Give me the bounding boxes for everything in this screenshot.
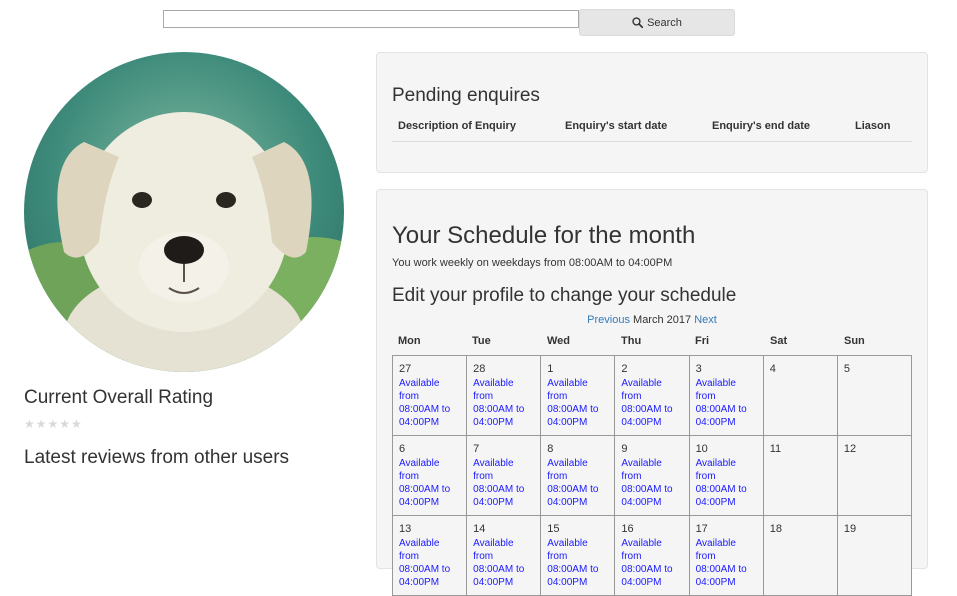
previous-month-link[interactable]: Previous [587,314,630,326]
edit-profile-title: Edit your profile to change your schedul… [392,285,737,306]
rating-title: Current Overall Rating [24,387,214,408]
calendar-day-cell: 2 Available from 08:00AM to 04:00PM [615,356,690,436]
next-month-link[interactable]: Next [694,314,717,326]
calendar-day-cell: 1 Available from 08:00AM to 04:00PM [541,356,616,436]
calendar-day-number: 27 [399,363,412,375]
search-button-label: Search [647,16,682,29]
column-end-date: Enquiry's end date [712,120,810,132]
availability-link[interactable]: Available from 08:00AM to 04:00PM [696,377,757,429]
calendar-day-cell: 12 [837,436,912,516]
availability-link[interactable]: Available from 08:00AM to 04:00PM [696,457,757,509]
availability-link[interactable]: Available from 08:00AM to 04:00PM [621,377,682,429]
calendar-day-cell: 18 [763,516,838,596]
availability-link[interactable]: Available from 08:00AM to 04:00PM [473,377,534,429]
calendar-day-number: 4 [769,363,776,375]
calendar-day-number: 5 [843,363,850,375]
availability-link[interactable]: Available from 08:00AM to 04:00PM [547,457,608,509]
weekday-label: Wed [547,335,571,347]
calendar-day-cell: 3 Available from 08:00AM to 04:00PM [689,356,764,436]
search-input[interactable] [163,10,579,28]
availability-link[interactable]: Available from 08:00AM to 04:00PM [621,457,682,509]
month-navigation: Previous March 2017 Next [392,314,912,326]
calendar-day-cell: 15 Available from 08:00AM to 04:00PM [541,516,616,596]
column-liason: Liason [855,120,891,132]
avatar [24,52,344,372]
calendar-weekday-header: Mon Tue Wed Thu Fri Sat Sun [392,335,912,355]
availability-link[interactable]: Available from 08:00AM to 04:00PM [399,537,460,589]
calendar-day-cell: 27 Available from 08:00AM to 04:00PM [393,356,468,436]
availability-link[interactable]: Available from 08:00AM to 04:00PM [621,537,682,589]
calendar-day-cell: 28 Available from 08:00AM to 04:00PM [467,356,542,436]
calendar-grid: 27 Available from 08:00AM to 04:00PM 28 Ava… [392,355,912,596]
rating-stars: ★★★★★ [24,417,83,431]
puppy-photo [24,52,344,372]
work-hours-text: You work weekly on weekdays from 08:00AM… [392,257,673,269]
calendar-day-number: 11 [769,443,782,455]
calendar-day-cell: 7 Available from 08:00AM to 04:00PM [467,436,542,516]
calendar-day-number: 16 [621,523,634,535]
column-start-date: Enquiry's start date [565,120,668,132]
calendar-day-number: 13 [399,523,412,535]
calendar-day-number: 2 [621,363,628,375]
calendar-day-cell: 19 [837,516,912,596]
weekday-label: Mon [398,335,421,347]
calendar-day-number: 9 [621,443,628,455]
schedule-title: Your Schedule for the month [392,222,696,249]
pending-enquiries-panel: Pending enquires Description of Enquiry … [376,52,928,173]
calendar-day-cell: 13 Available from 08:00AM to 04:00PM [393,516,468,596]
availability-link[interactable]: Available from 08:00AM to 04:00PM [399,377,460,429]
calendar-day-cell: 16 Available from 08:00AM to 04:00PM [615,516,690,596]
calendar-day-number: 19 [843,523,857,535]
calendar-day-cell: 5 [837,356,912,436]
calendar-day-number: 28 [473,363,486,375]
availability-link[interactable]: Available from 08:00AM to 04:00PM [473,537,534,589]
weekday-label: Sat [770,335,788,347]
calendar-day-cell: 11 [763,436,838,516]
calendar-day-number: 17 [695,523,708,535]
column-description: Description of Enquiry [398,120,516,132]
calendar-day-number: 12 [843,443,857,455]
pending-title: Pending enquires [392,85,540,106]
weekday-label: Thu [621,335,642,347]
calendar-day-cell: 6 Available from 08:00AM to 04:00PM [393,436,468,516]
schedule-panel: Your Schedule for the month You work wee… [376,189,928,596]
weekday-label: Tue [472,335,491,347]
calendar-day-number: 8 [547,443,554,455]
calendar-day-cell: 14 Available from 08:00AM to 04:00PM [467,516,542,596]
pending-table-header: Description of Enquiry Enquiry's start d… [392,120,912,142]
calendar-day-number: 3 [695,363,702,375]
calendar-day-number: 1 [547,363,554,375]
search-button[interactable]: Search [579,9,735,36]
availability-link[interactable]: Available from 08:00AM to 04:00PM [547,377,608,429]
availability-link[interactable]: Available from 08:00AM to 04:00PM [547,537,608,589]
calendar-day-number: 7 [473,443,480,455]
calendar-day-number: 15 [547,523,560,535]
weekday-label: Fri [695,335,710,347]
current-month: March 2017 [633,314,692,326]
reviews-title: Latest reviews from other users [24,447,290,468]
calendar-day-cell: 4 [763,356,838,436]
calendar-day-cell: 10 Available from 08:00AM to 04:00PM [689,436,764,516]
calendar-day-number: 18 [769,523,782,535]
availability-link[interactable]: Available from 08:00AM to 04:00PM [399,457,460,509]
availability-link[interactable]: Available from 08:00AM to 04:00PM [473,457,534,509]
calendar-day-number: 10 [695,443,708,455]
calendar-day-number: 14 [473,523,486,535]
weekday-label: Sun [844,335,865,347]
calendar-day-cell: 17 Available from 08:00AM to 04:00PM [689,516,764,596]
availability-link[interactable]: Available from 08:00AM to 04:00PM [696,537,757,589]
calendar-day-cell: 8 Available from 08:00AM to 04:00PM [541,436,616,516]
calendar-day-cell: 9 Available from 08:00AM to 04:00PM [615,436,690,516]
calendar-day-number: 6 [399,443,406,455]
search-icon [632,17,644,28]
